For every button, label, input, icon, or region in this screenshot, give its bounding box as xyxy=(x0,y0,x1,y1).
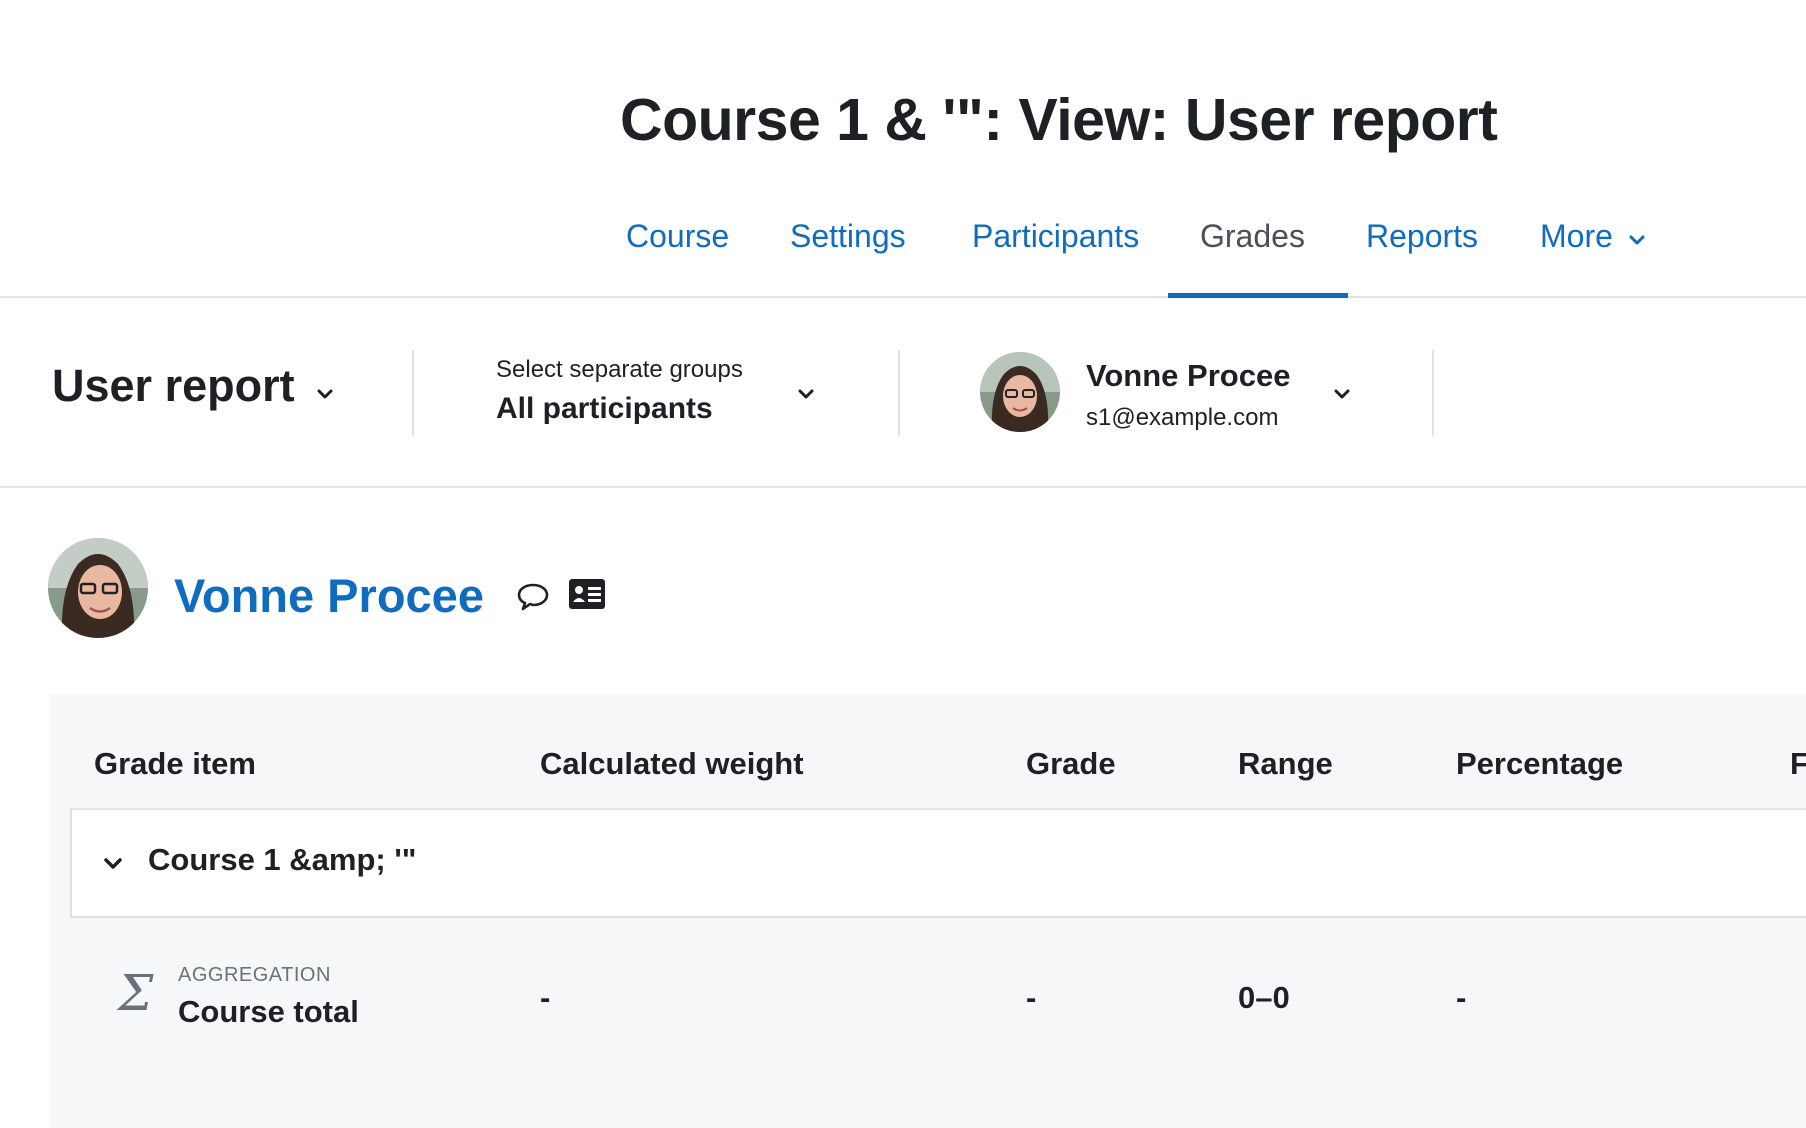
avatar xyxy=(980,352,1060,432)
selected-user-email: s1@example.com xyxy=(1086,404,1279,431)
column-header-grade: Grade xyxy=(1026,746,1116,781)
tab-reports[interactable]: Reports xyxy=(1334,210,1510,298)
range-cell: 0–0 xyxy=(1238,980,1290,1015)
tab-label: Reports xyxy=(1366,218,1479,254)
tab-settings[interactable]: Settings xyxy=(758,210,938,298)
user-fullname-link[interactable]: Vonne Procee xyxy=(174,568,484,623)
grade-cell: - xyxy=(1026,980,1037,1015)
divider xyxy=(1432,350,1434,436)
chevron-down-icon[interactable] xyxy=(796,384,816,409)
column-header-percentage: Percentage xyxy=(1456,746,1624,781)
tab-label: Course xyxy=(626,218,730,254)
chevron-down-icon[interactable] xyxy=(102,852,124,879)
report-type-selector[interactable]: User report xyxy=(52,360,335,415)
divider xyxy=(898,350,900,436)
column-header-range: Range xyxy=(1238,746,1333,781)
tertiary-navigation: User report Select separate groups All p… xyxy=(0,300,1806,488)
contact-card-icon[interactable] xyxy=(568,578,606,615)
calculated-weight-cell: - xyxy=(540,980,551,1015)
user-report-table: Grade item Calculated weight Grade Range… xyxy=(50,694,1806,1128)
tab-label: Grades xyxy=(1200,218,1305,254)
grade-item-name: Course total xyxy=(178,994,359,1029)
page-title: Course 1 & '": View: User report xyxy=(620,87,1498,153)
percentage-cell: - xyxy=(1456,980,1467,1015)
tab-label: Settings xyxy=(790,218,906,254)
page: Course 1 & '": View: User report Course … xyxy=(0,0,1806,1128)
avatar[interactable] xyxy=(48,538,148,638)
divider xyxy=(412,350,414,436)
group-selector-value: All participants xyxy=(496,392,713,425)
chevron-down-icon xyxy=(1628,220,1646,257)
category-row: Course 1 &amp; '" xyxy=(70,808,1806,918)
tab-more[interactable]: More xyxy=(1508,210,1678,298)
tab-grades[interactable]: Grades xyxy=(1168,210,1348,298)
selected-user-name: Vonne Procee xyxy=(1086,358,1291,393)
message-icon[interactable] xyxy=(516,582,550,617)
secondary-navigation: Course 1 & '": View: User report Course … xyxy=(0,0,1806,298)
report-type-label: User report xyxy=(52,360,295,411)
column-header-calculated-weight: Calculated weight xyxy=(540,746,804,781)
chevron-down-icon xyxy=(315,363,335,415)
group-selector[interactable]: Select separate groups All participants xyxy=(496,356,743,426)
chevron-down-icon[interactable] xyxy=(1332,384,1352,409)
tab-course[interactable]: Course xyxy=(594,210,761,298)
category-name: Course 1 &amp; '" xyxy=(148,842,417,877)
item-type-label: AGGREGATION xyxy=(178,964,331,986)
group-selector-label: Select separate groups xyxy=(496,356,743,383)
tab-participants[interactable]: Participants xyxy=(940,210,1171,298)
tab-label: Participants xyxy=(972,218,1140,254)
sigma-icon: Σ xyxy=(118,964,154,1022)
column-header-grade-item: Grade item xyxy=(94,746,256,781)
column-header-truncated: F xyxy=(1790,746,1806,781)
tab-label: More xyxy=(1540,218,1613,254)
